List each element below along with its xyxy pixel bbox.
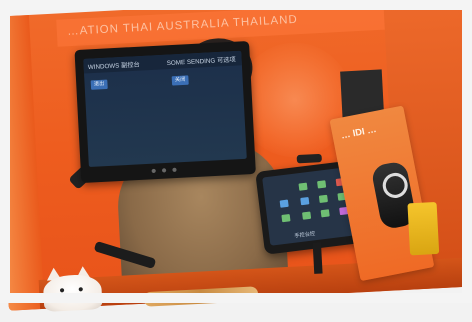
nav-dot <box>172 167 177 173</box>
nav-dot <box>161 168 167 173</box>
photo: …ATION THAI AUSTRALIA THAILAND WINDOWS 副… <box>0 0 472 322</box>
app-tile[interactable] <box>317 180 327 189</box>
app-tile[interactable] <box>279 199 289 208</box>
tablet-stand <box>312 242 323 274</box>
left-pillar <box>0 14 45 311</box>
yellow-display-item <box>407 201 440 256</box>
app-tile[interactable] <box>302 211 312 220</box>
app-tile[interactable] <box>318 194 328 203</box>
app-tile[interactable] <box>281 214 291 223</box>
app-tile[interactable] <box>298 182 308 191</box>
large-monitor: WINDOWS 副控台 SOME SENDING 可选项 退出 关闭 <box>74 40 256 184</box>
sign-brand-text: … IDI … <box>340 123 378 141</box>
cat-figure-icon <box>42 273 103 313</box>
nav-dot <box>151 168 156 174</box>
app-tile[interactable] <box>300 197 310 206</box>
monitor-nav-buttons <box>151 167 186 175</box>
tablet-clamp <box>296 153 322 164</box>
app-tile[interactable] <box>320 209 330 218</box>
tablet-footer-label: 手控台控 <box>294 230 316 240</box>
large-monitor-screen: WINDOWS 副控台 SOME SENDING 可选项 退出 关闭 <box>83 50 247 168</box>
screen-left-button[interactable]: 退出 <box>90 79 108 90</box>
screen-right-button[interactable]: 关闭 <box>171 75 189 86</box>
